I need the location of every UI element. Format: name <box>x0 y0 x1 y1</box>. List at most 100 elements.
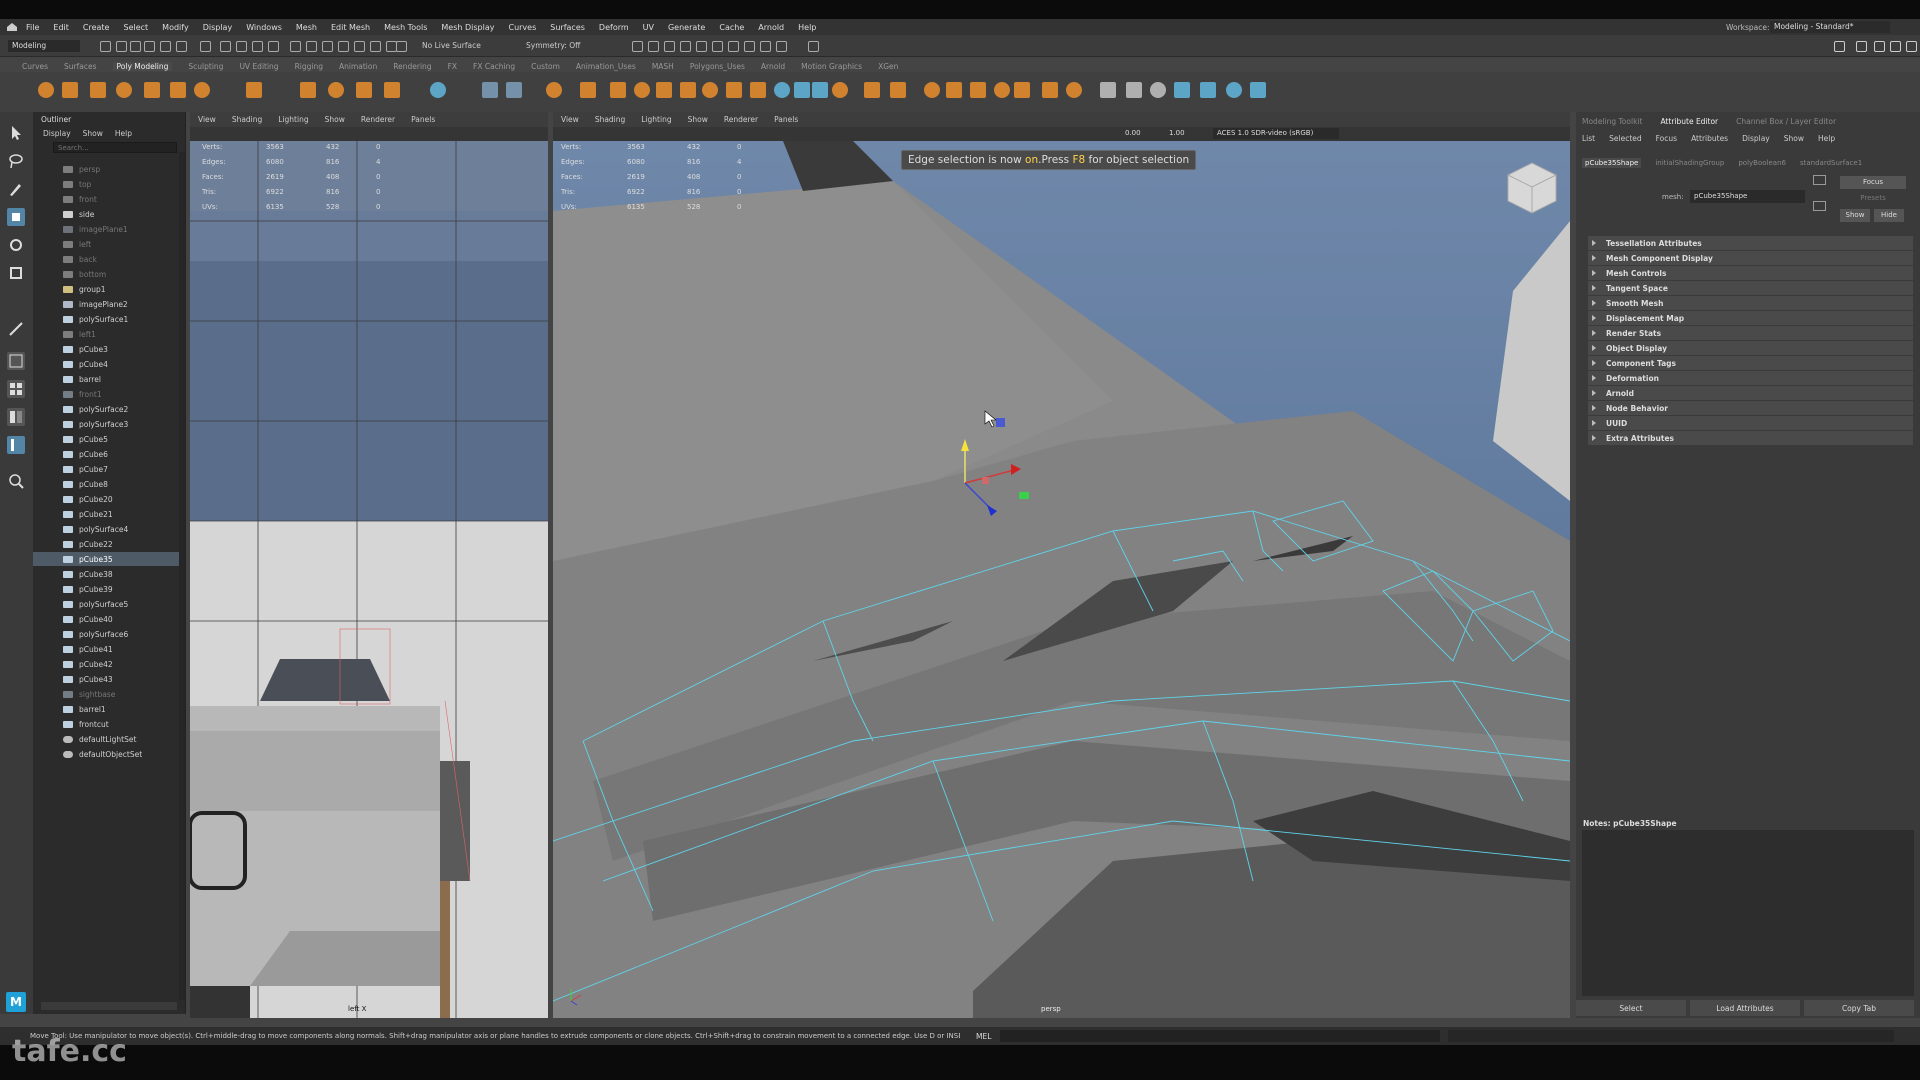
shelf-tab-rendering[interactable]: Rendering <box>393 62 431 71</box>
shelf-tab-surfaces[interactable]: Surfaces <box>64 62 96 71</box>
status-tool-icon[interactable] <box>306 41 317 52</box>
menu-windows[interactable]: Windows <box>246 23 282 32</box>
shelf-tool-icon[interactable] <box>994 82 1010 98</box>
node-tab[interactable]: polyBoolean6 <box>1738 159 1786 167</box>
status-tool-icon[interactable] <box>160 41 171 52</box>
shelf-tool-icon[interactable] <box>580 82 596 98</box>
menu-file[interactable]: File <box>26 23 39 32</box>
status-tool-icon[interactable] <box>130 41 141 52</box>
viewport-menu-renderer[interactable]: Renderer <box>361 115 395 124</box>
status-tool-icon[interactable] <box>760 41 771 52</box>
shelf-tool-icon[interactable] <box>170 82 186 98</box>
mode-dropdown[interactable]: Modeling <box>8 40 80 52</box>
status-tool-icon[interactable] <box>776 41 787 52</box>
shelf-tab-animation[interactable]: Animation <box>339 62 377 71</box>
outliner-item[interactable]: pCube38 <box>63 567 113 581</box>
shelf-tool-icon[interactable] <box>430 82 446 98</box>
attr-section-node-behavior[interactable]: Node Behavior <box>1588 401 1913 415</box>
shelf-tab-animation-uses[interactable]: Animation_Uses <box>576 62 636 71</box>
scale-tool-icon[interactable] <box>7 264 25 282</box>
status-tool-icon[interactable] <box>370 41 381 52</box>
attr-menu-focus[interactable]: Focus <box>1656 134 1677 143</box>
outliner-item[interactable]: bottom <box>63 267 106 281</box>
shelf-tab-fx-caching[interactable]: FX Caching <box>473 62 515 71</box>
attr-menu-selected[interactable]: Selected <box>1609 134 1642 143</box>
menu-create[interactable]: Create <box>83 23 110 32</box>
shelf-tool-icon[interactable] <box>610 82 626 98</box>
status-tool-icon[interactable] <box>648 41 659 52</box>
outliner-item[interactable]: group1 <box>63 282 106 296</box>
notes-field[interactable] <box>1582 830 1914 996</box>
menu-curves[interactable]: Curves <box>508 23 536 32</box>
attr-section-mesh-component-display[interactable]: Mesh Component Display <box>1588 251 1913 265</box>
menu-modify[interactable]: Modify <box>162 23 189 32</box>
menu-edit-mesh[interactable]: Edit Mesh <box>331 23 370 32</box>
shelf-tool-icon[interactable] <box>970 82 986 98</box>
gamma-value[interactable]: 1.00 <box>1169 129 1185 137</box>
shelf-tool-icon[interactable] <box>750 82 766 98</box>
outliner-item[interactable]: pCube39 <box>63 582 113 596</box>
outliner-item[interactable]: polySurface5 <box>63 597 128 611</box>
menu-mesh-tools[interactable]: Mesh Tools <box>384 23 427 32</box>
outliner-item[interactable]: defaultObjectSet <box>63 747 142 761</box>
magnifier-icon[interactable] <box>7 472 25 490</box>
shelf-tool-icon[interactable] <box>506 82 522 98</box>
shelf-tool-icon[interactable] <box>194 82 210 98</box>
status-tool-icon[interactable] <box>354 41 365 52</box>
colorspace-dropdown[interactable]: ACES 1.0 SDR-video (sRGB) <box>1213 128 1339 139</box>
command-line-input[interactable] <box>1000 1030 1440 1042</box>
shelf-tool-icon[interactable] <box>1066 82 1082 98</box>
outliner-item[interactable]: pCube4 <box>63 357 108 371</box>
shelf-tool-icon[interactable] <box>1200 82 1216 98</box>
outliner-layout-icon[interactable] <box>7 436 25 454</box>
shelf-tool-icon[interactable] <box>356 82 372 98</box>
menu-surfaces[interactable]: Surfaces <box>550 23 585 32</box>
outliner-item[interactable]: defaultLightSet <box>63 732 136 746</box>
viewport-menu-panels[interactable]: Panels <box>411 115 435 124</box>
shelf-tool-icon[interactable] <box>1042 82 1058 98</box>
move-tool-icon[interactable] <box>7 208 25 226</box>
outliner-item[interactable]: pCube41 <box>63 642 113 656</box>
outliner-menu-show[interactable]: Show <box>83 129 103 138</box>
outliner-item[interactable]: pCube3 <box>63 342 108 356</box>
panel-tab-attribute-editor[interactable]: Attribute Editor <box>1660 117 1718 126</box>
attr-section-tessellation-attributes[interactable]: Tessellation Attributes <box>1588 236 1913 250</box>
last-tool-icon[interactable] <box>7 320 25 338</box>
menu-generate[interactable]: Generate <box>668 23 705 32</box>
shelf-tool-icon[interactable] <box>774 82 790 98</box>
outliner-item[interactable]: pCube5 <box>63 432 108 446</box>
outliner-item[interactable]: barrel1 <box>63 702 106 716</box>
outliner-item[interactable]: pCube43 <box>63 672 113 686</box>
status-tool-icon[interactable] <box>808 41 819 52</box>
status-tool-icon[interactable] <box>728 41 739 52</box>
show-button[interactable]: Show <box>1840 209 1870 222</box>
outliner-item[interactable]: polySurface1 <box>63 312 128 326</box>
outliner-item[interactable]: pCube7 <box>63 462 108 476</box>
shelf-tool-icon[interactable] <box>246 82 262 98</box>
attr-section-extra-attributes[interactable]: Extra Attributes <box>1588 431 1913 445</box>
outliner-h-scrollbar[interactable] <box>41 1002 177 1010</box>
shelf-tab-poly-modeling[interactable]: Poly Modeling <box>112 61 173 71</box>
status-tool-icon[interactable] <box>322 41 333 52</box>
outliner-menu-help[interactable]: Help <box>115 129 132 138</box>
menu-mesh[interactable]: Mesh <box>296 23 317 32</box>
menu-cache[interactable]: Cache <box>719 23 744 32</box>
go-to-output-icon[interactable] <box>1813 201 1826 211</box>
shelf-tool-icon[interactable] <box>1150 82 1166 98</box>
outliner-item[interactable]: back <box>63 252 97 266</box>
go-to-input-icon[interactable] <box>1813 175 1826 185</box>
shelf-tool-icon[interactable] <box>1250 82 1266 98</box>
status-tool-icon[interactable] <box>632 41 643 52</box>
shelf-tab-fx[interactable]: FX <box>448 62 457 71</box>
presets-button[interactable]: Presets <box>1840 192 1906 205</box>
shelf-tool-icon[interactable] <box>812 82 828 98</box>
status-tool-icon[interactable] <box>680 41 691 52</box>
status-tool-icon[interactable] <box>290 41 301 52</box>
outliner-item[interactable]: pCube8 <box>63 477 108 491</box>
layout-toggle-icon[interactable] <box>1834 41 1845 52</box>
outliner-item[interactable]: side <box>63 207 94 221</box>
exposure-value[interactable]: 0.00 <box>1125 129 1141 137</box>
mesh-name-field[interactable]: pCube35Shape <box>1690 190 1805 203</box>
shelf-tool-icon[interactable] <box>1126 82 1142 98</box>
status-tool-icon[interactable] <box>268 41 279 52</box>
